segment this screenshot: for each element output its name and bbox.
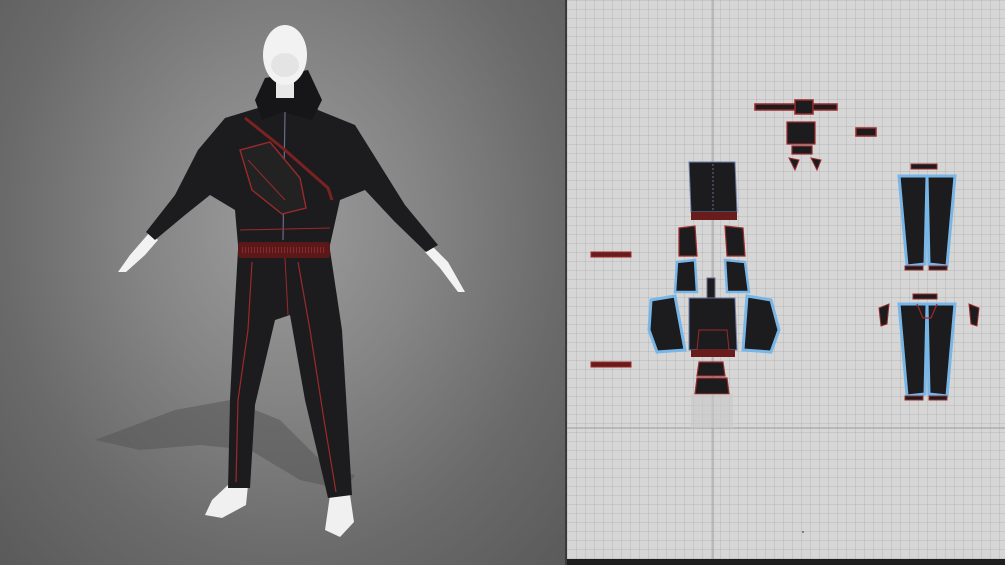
pants-front-waist-tab[interactable] (912, 293, 938, 300)
sleeve-right[interactable] (741, 294, 781, 354)
hood-piece-left[interactable] (678, 225, 698, 257)
3d-viewport[interactable] (0, 0, 565, 565)
pattern-pieces (567, 0, 1005, 565)
ghost-piece (691, 394, 733, 428)
strap-piece-top[interactable] (754, 99, 838, 115)
right-foot (325, 495, 354, 537)
small-tab-piece[interactable] (855, 127, 877, 137)
front-waistband-piece[interactable] (691, 350, 735, 357)
pants-back-hem-left (904, 265, 924, 271)
left-hand (118, 232, 158, 272)
clo3d-workspace (0, 0, 1005, 565)
cuff-strip-bottom[interactable] (590, 361, 632, 368)
avatar-scene (95, 25, 465, 537)
window-bottom-edge (567, 559, 1005, 565)
pants-back-left[interactable] (897, 174, 929, 268)
pants-back-hem-right (928, 265, 948, 271)
pocket-piece[interactable] (696, 361, 726, 377)
2d-pattern-window[interactable] (565, 0, 1005, 565)
sleeve-left[interactable] (647, 294, 687, 354)
pants-front-hem-right (928, 395, 948, 401)
pants-back-waist-tab[interactable] (910, 163, 938, 170)
pants-back-right[interactable] (925, 174, 957, 268)
hood-piece-right[interactable] (724, 225, 746, 257)
avatar-face-shade (271, 53, 299, 77)
pocket-lining[interactable] (694, 377, 730, 395)
pants-side-flap-left[interactable] (878, 303, 890, 327)
pants-front-hem-left (904, 395, 924, 401)
bag-pieces[interactable] (786, 121, 822, 172)
sleeve-cap-right[interactable] (723, 258, 751, 294)
left-foot (205, 485, 248, 518)
cuff-strip-top[interactable] (590, 251, 632, 258)
front-bodice-piece[interactable] (688, 297, 738, 351)
pants-side-flap-right[interactable] (968, 303, 980, 327)
zipper-placket[interactable] (706, 277, 716, 299)
back-waistband-piece[interactable] (691, 212, 737, 220)
grid-marker (802, 531, 804, 533)
sleeve-cap-left[interactable] (673, 258, 699, 294)
right-hand (425, 242, 465, 292)
